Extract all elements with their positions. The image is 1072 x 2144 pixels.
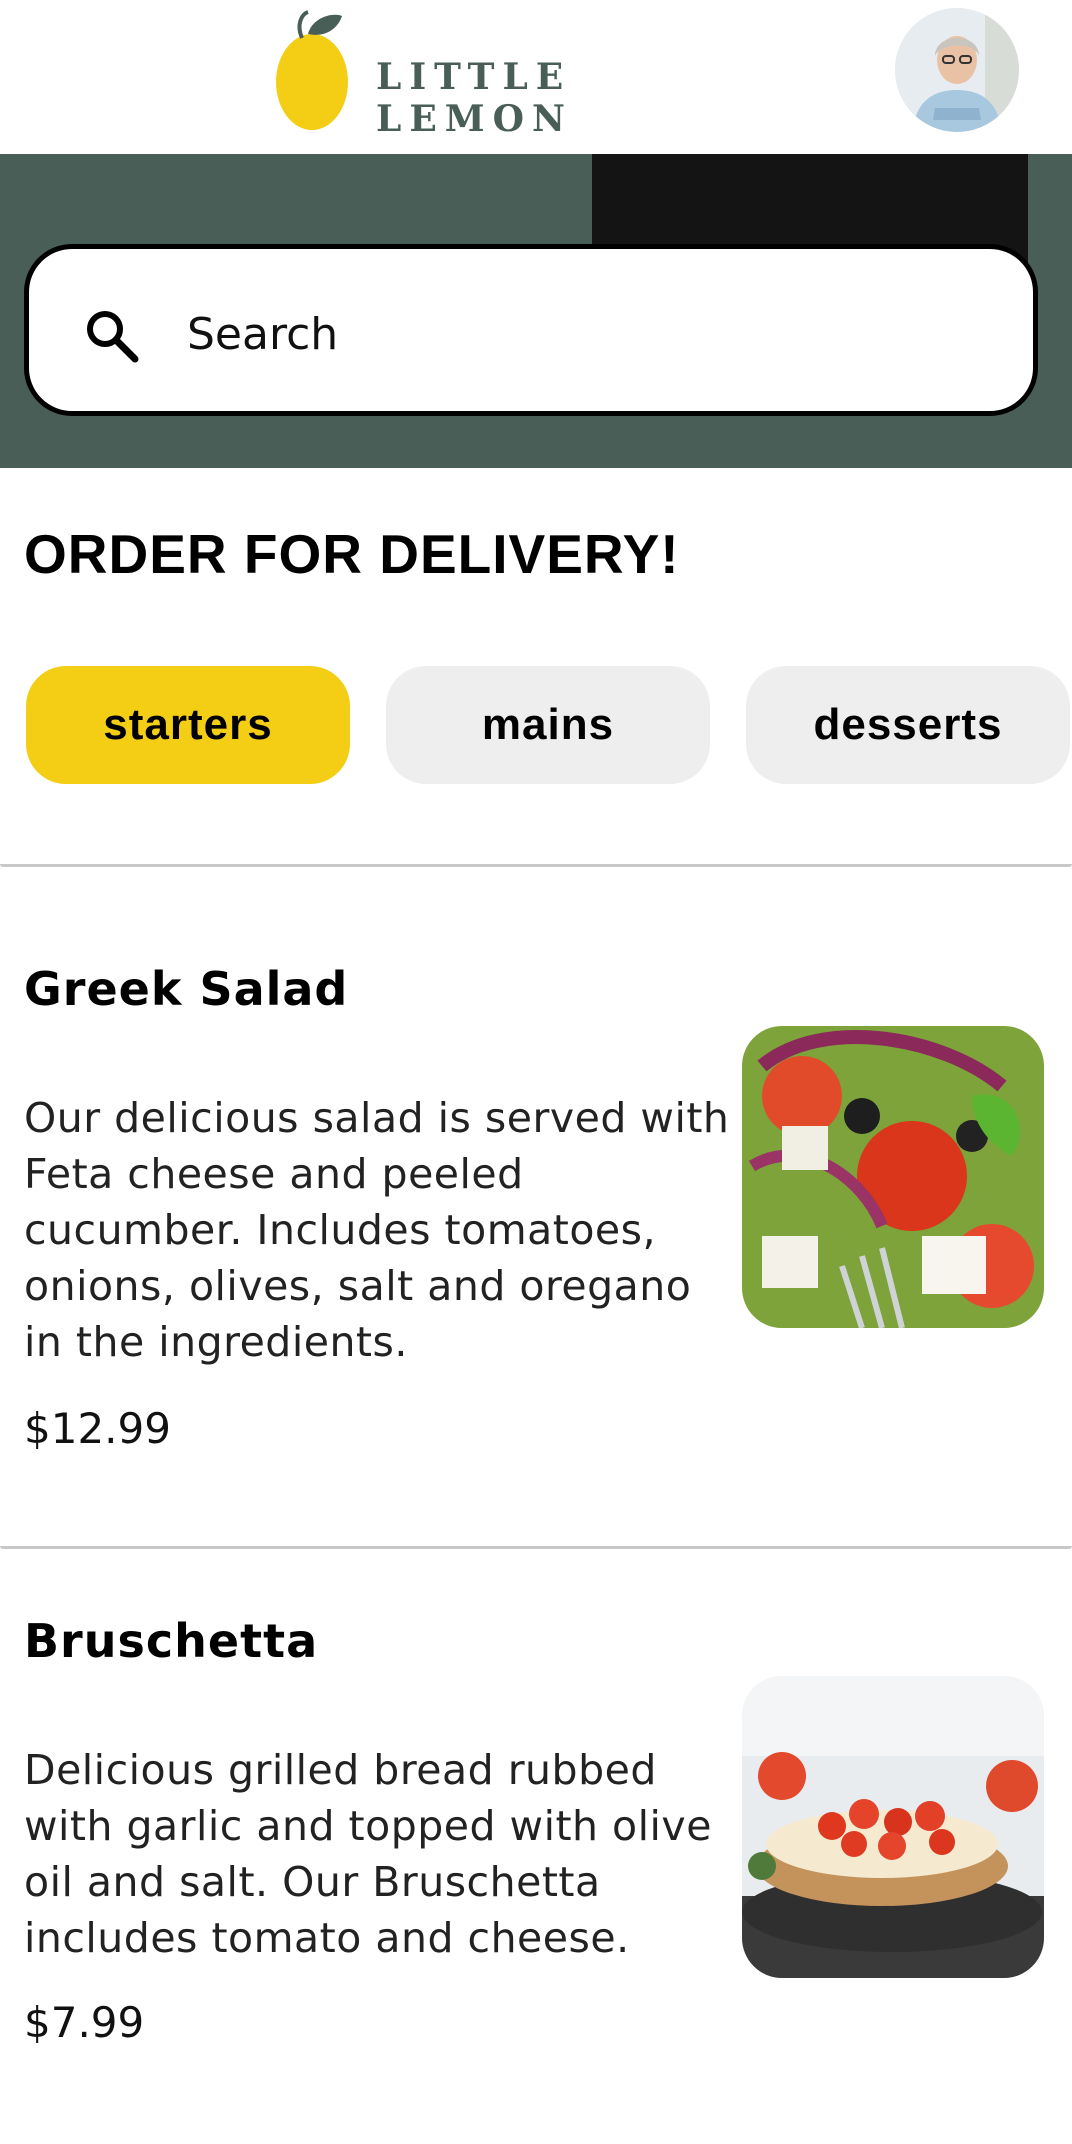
search-bar[interactable]: Search [24, 244, 1038, 416]
profile-avatar[interactable] [895, 8, 1019, 132]
category-chip-mains[interactable]: mains [386, 666, 710, 784]
item-title: Greek Salad [24, 962, 349, 1016]
category-chip-starters[interactable]: starters [26, 666, 350, 784]
greek-salad-image [742, 1026, 1044, 1328]
item-price: $7.99 [24, 1998, 145, 2047]
item-price: $12.99 [24, 1404, 171, 1453]
little-lemon-logo: LITTLE LEMON [272, 8, 732, 140]
brand-name: LITTLE LEMON [376, 56, 573, 140]
category-chip-desserts[interactable]: desserts [746, 666, 1070, 784]
app-header: LITTLE LEMON [0, 0, 1072, 154]
bruschetta-image [742, 1676, 1044, 1978]
item-title: Bruschetta [24, 1614, 319, 1668]
search-input[interactable]: Search [187, 309, 338, 360]
hero-banner: Search [0, 154, 1072, 468]
lemon-icon [276, 10, 348, 130]
divider [0, 864, 1072, 867]
item-description: Our delicious salad is served with Feta … [24, 1094, 730, 1366]
profile-photo [895, 8, 1019, 132]
divider [0, 1546, 1072, 1549]
section-title: ORDER FOR DELIVERY! [24, 523, 680, 585]
search-icon [87, 311, 139, 363]
item-description: Delicious grilled bread rubbed with garl… [24, 1746, 712, 1962]
